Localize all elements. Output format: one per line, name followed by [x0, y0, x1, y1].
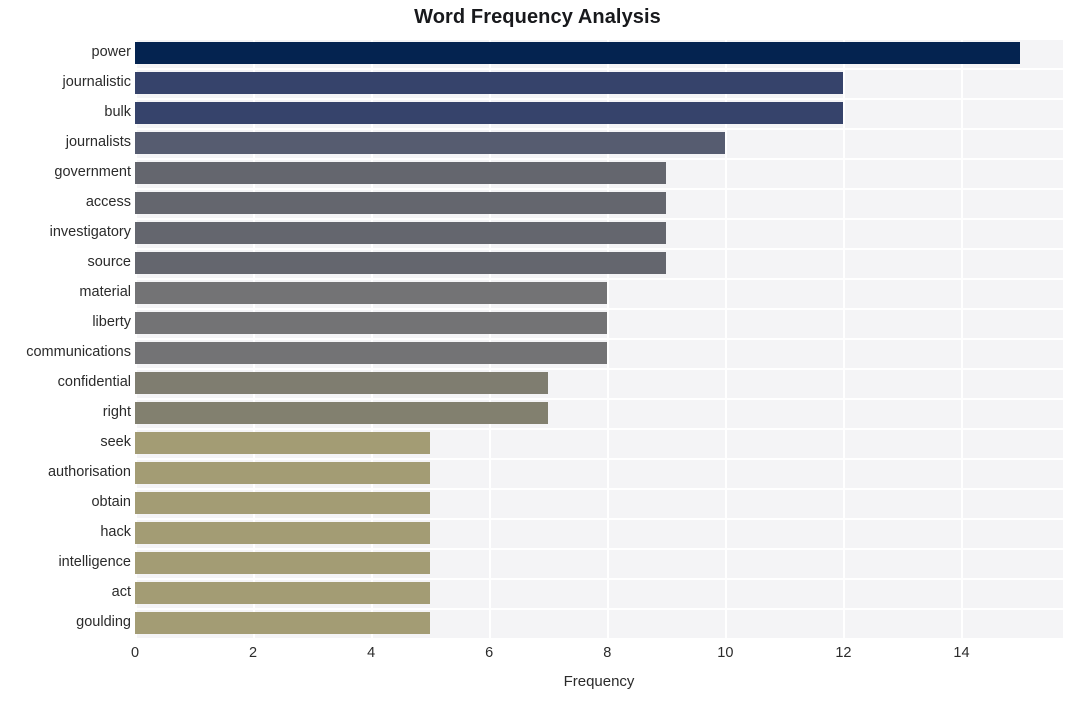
bar: [135, 492, 431, 514]
y-axis-tick-label: investigatory: [49, 224, 131, 240]
horizontal-gridline: [135, 128, 1063, 130]
y-axis-tick-label: journalists: [65, 134, 131, 150]
y-axis-tick-label: seek: [100, 434, 131, 450]
horizontal-gridline: [135, 428, 1063, 430]
x-axis-tick-label: 14: [953, 645, 970, 661]
y-axis-tick-label: bulk: [104, 104, 131, 120]
x-axis-tick-label: 4: [367, 645, 376, 661]
bar: [135, 582, 431, 604]
x-axis-tick-label: 10: [717, 645, 734, 661]
x-axis-tick-label: 12: [835, 645, 852, 661]
y-axis-tick-label: access: [85, 194, 131, 210]
horizontal-gridline: [135, 188, 1063, 190]
bar: [135, 342, 608, 364]
horizontal-gridline: [135, 638, 1063, 640]
chart-title: Word Frequency Analysis: [414, 6, 661, 28]
bar: [135, 162, 667, 184]
y-axis-tick-label: source: [87, 254, 131, 270]
horizontal-gridline: [135, 398, 1063, 400]
bar: [135, 132, 726, 154]
horizontal-gridline: [135, 518, 1063, 520]
bar: [135, 552, 431, 574]
y-axis-tick-label: hack: [100, 524, 131, 540]
x-axis-tick-label: 0: [130, 645, 140, 661]
word-frequency-chart-figure: Word Frequency Analysis power journalisti…: [0, 0, 1075, 701]
bar: [135, 312, 608, 334]
bar: [135, 102, 844, 124]
horizontal-gridline: [135, 68, 1063, 70]
bar: [135, 372, 549, 394]
bar: [135, 192, 667, 214]
y-axis-tick-label: journalistic: [62, 74, 132, 90]
y-axis-tick-label: communications: [26, 344, 131, 360]
y-axis-tick-label: liberty: [92, 314, 131, 330]
horizontal-gridline: [135, 308, 1063, 310]
horizontal-gridline: [135, 98, 1063, 100]
horizontal-gridline: [135, 458, 1063, 460]
plot-area: [135, 38, 1063, 640]
y-axis-tick-label: obtain: [91, 494, 131, 510]
horizontal-gridline: [135, 548, 1063, 550]
x-axis-tick-label: 8: [603, 645, 612, 661]
horizontal-gridline: [135, 218, 1063, 220]
horizontal-gridline: [135, 158, 1063, 160]
bar: [135, 612, 431, 634]
bar: [135, 42, 1021, 64]
horizontal-gridline: [135, 38, 1063, 40]
horizontal-gridline: [135, 608, 1063, 610]
horizontal-gridline: [135, 248, 1063, 250]
y-axis-tick-label: authorisation: [47, 464, 131, 480]
y-axis-tick-label: goulding: [76, 614, 131, 630]
y-axis-tick-labels: power journalistic bulk journalists governme…: [0, 38, 131, 638]
y-axis-tick-label: government: [54, 164, 131, 180]
bar: [135, 522, 431, 544]
bar: [135, 432, 431, 454]
horizontal-gridline: [135, 338, 1063, 340]
y-axis-tick-label: material: [79, 284, 131, 300]
x-axis-tick-label: 6: [485, 645, 494, 661]
bar: [135, 402, 549, 424]
y-axis-tick-label: confidential: [57, 374, 131, 390]
y-axis-tick-label: right: [102, 404, 131, 420]
bar: [135, 282, 608, 304]
horizontal-gridline: [135, 278, 1063, 280]
bar: [135, 462, 431, 484]
y-axis-tick-label: power: [91, 44, 132, 60]
x-axis-tick-label: 2: [249, 645, 258, 661]
y-axis-tick-label: intelligence: [58, 554, 131, 570]
y-axis-tick-label: act: [111, 584, 131, 600]
horizontal-gridline: [135, 488, 1063, 490]
bar: [135, 72, 844, 94]
horizontal-gridline: [135, 368, 1063, 370]
x-axis-tick-labels: 0 2 4 6 8 10 12 14: [0, 645, 1075, 667]
bar: [135, 252, 667, 274]
horizontal-gridline: [135, 578, 1063, 580]
x-axis-title: Frequency: [563, 673, 635, 690]
bar: [135, 222, 667, 244]
